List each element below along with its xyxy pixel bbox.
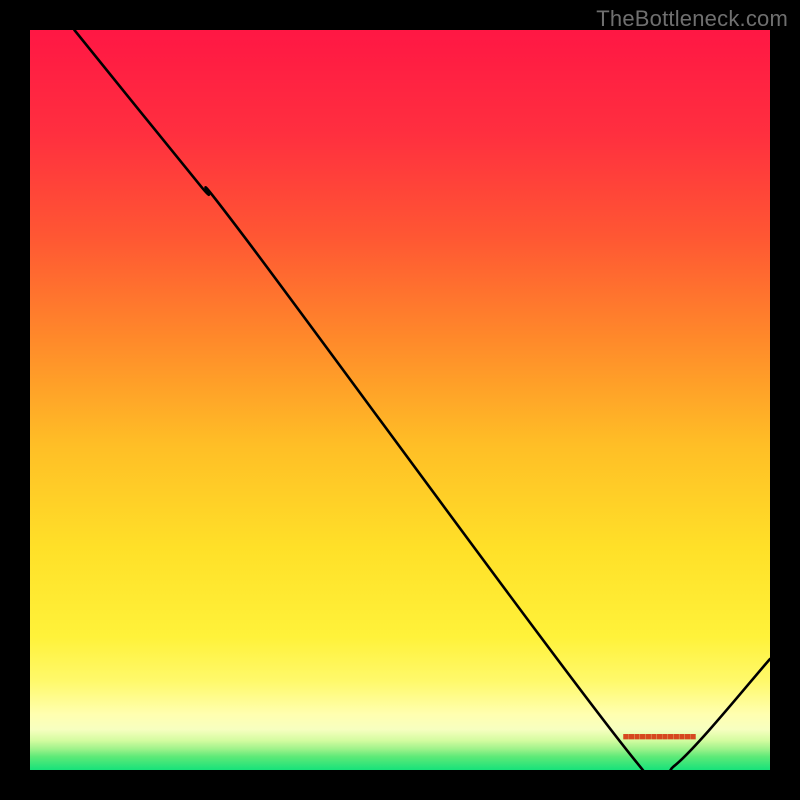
bottleneck-curve: [74, 30, 770, 770]
chart-stage: TheBottleneck.com ■■■■■■■■■■■■■: [0, 0, 800, 800]
curve-layer: [30, 30, 770, 770]
minimum-marker: ■■■■■■■■■■■■■: [623, 732, 696, 744]
plot-area: ■■■■■■■■■■■■■: [30, 30, 770, 770]
credit-label: TheBottleneck.com: [596, 6, 788, 32]
